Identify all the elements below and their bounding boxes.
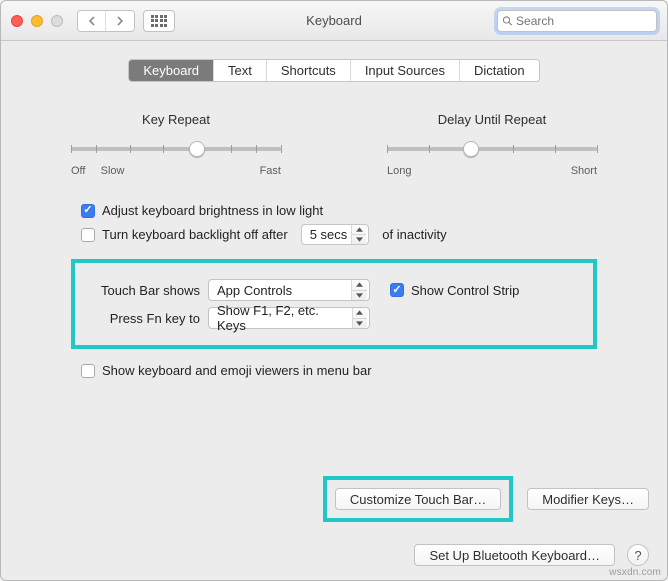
fn-key-value: Show F1, F2, etc. Keys <box>217 303 344 333</box>
fn-key-popup[interactable]: Show F1, F2, etc. Keys <box>208 307 370 329</box>
zoom-window-button[interactable] <box>51 15 63 27</box>
chevron-right-icon <box>116 16 124 26</box>
key-repeat-block: Key Repeat Off Slow Fast <box>71 112 281 177</box>
show-viewers-label: Show keyboard and emoji viewers in menu … <box>102 363 372 378</box>
delay-long-label: Long <box>387 165 411 177</box>
modifier-keys-button[interactable]: Modifier Keys… <box>527 488 649 510</box>
preferences-window: Keyboard Keyboard Text Shortcuts Input S… <box>0 0 668 581</box>
search-input[interactable] <box>514 13 652 29</box>
backlight-off-prefix: Turn keyboard backlight off after <box>102 227 288 242</box>
tab-dictation[interactable]: Dictation <box>460 60 539 81</box>
adjust-brightness-checkbox[interactable] <box>81 204 95 218</box>
key-repeat-knob[interactable] <box>189 141 205 157</box>
watermark: wsxdn.com <box>609 567 661 578</box>
adjust-brightness-label: Adjust keyboard brightness in low light <box>102 203 323 218</box>
touchbar-shows-label: Touch Bar shows <box>85 283 200 298</box>
key-repeat-title: Key Repeat <box>71 112 281 127</box>
tab-shortcuts[interactable]: Shortcuts <box>267 60 351 81</box>
nav-buttons <box>77 10 135 32</box>
forward-button[interactable] <box>106 11 134 31</box>
bluetooth-keyboard-button[interactable]: Set Up Bluetooth Keyboard… <box>414 544 615 566</box>
delay-block: Delay Until Repeat Long Short <box>387 112 597 177</box>
sliders-row: Key Repeat Off Slow Fast Delay Until Rep… <box>71 112 597 177</box>
titlebar: Keyboard <box>1 1 667 41</box>
customize-touch-bar-highlight: Customize Touch Bar… <box>323 476 513 522</box>
show-viewers-checkbox[interactable] <box>81 364 95 378</box>
customize-touch-bar-button[interactable]: Customize Touch Bar… <box>335 488 501 510</box>
tab-text[interactable]: Text <box>214 60 267 81</box>
tab-input-sources[interactable]: Input Sources <box>351 60 460 81</box>
touchbar-shows-popup[interactable]: App Controls <box>208 279 370 301</box>
close-window-button[interactable] <box>11 15 23 27</box>
key-repeat-slider[interactable] <box>71 141 281 163</box>
window-controls <box>11 15 63 27</box>
fn-key-label: Press Fn key to <box>85 311 200 326</box>
key-repeat-fast-label: Fast <box>260 165 281 177</box>
delay-title: Delay Until Repeat <box>387 112 597 127</box>
grid-icon <box>151 15 168 27</box>
chevron-updown-icon <box>352 308 367 328</box>
bottom-buttons: Customize Touch Bar… Modifier Keys… <box>323 476 649 522</box>
content-area: Key Repeat Off Slow Fast Delay Until Rep… <box>1 82 667 378</box>
tab-keyboard[interactable]: Keyboard <box>129 60 214 81</box>
backlight-off-suffix: of inactivity <box>382 227 446 242</box>
backlight-off-checkbox[interactable] <box>81 228 95 242</box>
touchbar-shows-value: App Controls <box>217 283 292 298</box>
tab-bar: Keyboard Text Shortcuts Input Sources Di… <box>1 59 667 82</box>
delay-knob[interactable] <box>463 141 479 157</box>
key-repeat-off-label: Off <box>71 165 85 177</box>
touch-bar-options-highlight: Touch Bar shows App Controls Show Contro… <box>71 259 597 349</box>
back-button[interactable] <box>78 11 106 31</box>
backlight-timeout-value: 5 secs <box>310 227 348 242</box>
show-control-strip-checkbox[interactable] <box>390 283 404 297</box>
chevron-left-icon <box>88 16 96 26</box>
chevron-updown-icon <box>351 280 367 300</box>
key-repeat-slow-label: Slow <box>101 165 125 177</box>
help-button[interactable]: ? <box>627 544 649 566</box>
search-field[interactable] <box>497 10 657 32</box>
show-control-strip-label: Show Control Strip <box>411 283 519 298</box>
footer: Set Up Bluetooth Keyboard… ? <box>414 544 649 566</box>
search-icon <box>502 15 513 27</box>
delay-slider[interactable] <box>387 141 597 163</box>
stepper-icon <box>351 225 366 244</box>
minimize-window-button[interactable] <box>31 15 43 27</box>
delay-short-label: Short <box>571 165 597 177</box>
backlight-timeout-select[interactable]: 5 secs <box>301 224 370 245</box>
show-all-button[interactable] <box>143 10 175 32</box>
